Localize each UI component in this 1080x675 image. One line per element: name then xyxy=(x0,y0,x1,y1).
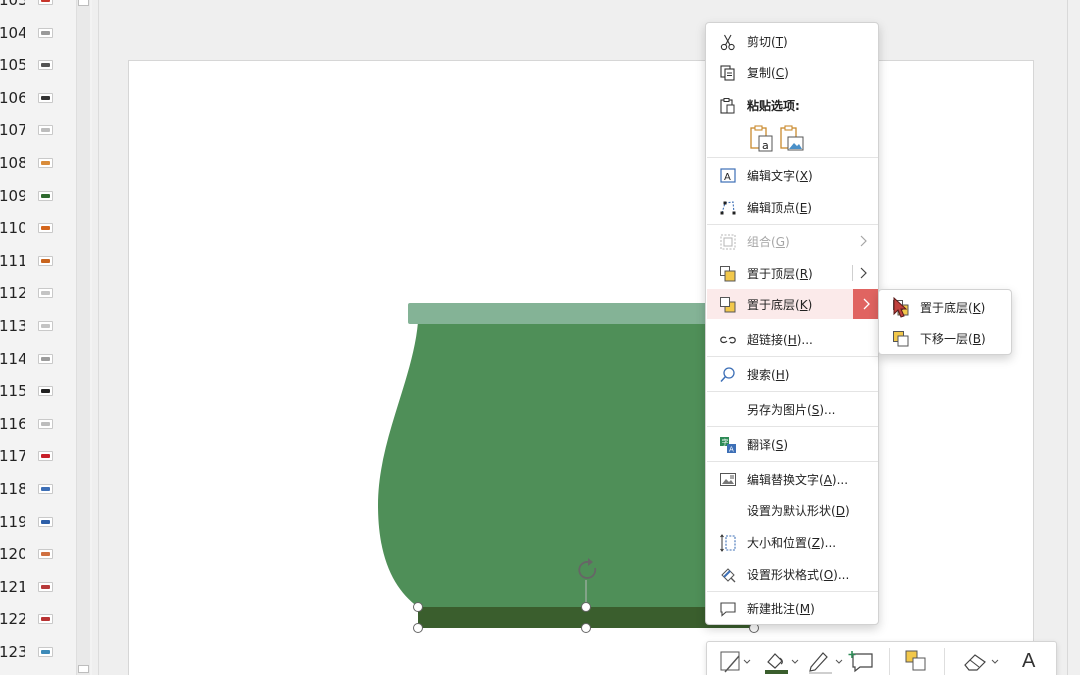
send-to-back-icon xyxy=(720,297,736,313)
arrange-icon xyxy=(905,650,926,671)
shape-style-icon xyxy=(720,651,751,673)
svg-text:a: a xyxy=(762,139,769,152)
chevron-right-icon xyxy=(863,298,870,310)
size-position-icon xyxy=(720,534,736,552)
search-icon xyxy=(720,367,735,383)
scissors-icon xyxy=(720,34,735,51)
shape-style-button[interactable] xyxy=(717,648,755,675)
edit-points-icon xyxy=(720,201,736,215)
arrange-button[interactable] xyxy=(903,648,931,675)
chevron-right-icon[interactable] xyxy=(856,266,870,280)
format-shape-icon xyxy=(721,568,736,583)
toolbar-separator xyxy=(944,648,945,675)
menu-separator xyxy=(707,356,878,357)
menu-item-send-to-back[interactable]: 置于底层(K) xyxy=(707,289,878,319)
menu-separator xyxy=(707,461,878,462)
eraser-button[interactable] xyxy=(959,648,1003,675)
menu-item-new-comment[interactable]: 新建批注(M) xyxy=(707,593,878,623)
pen-outline-icon xyxy=(809,652,843,674)
menu-item-set-default-shape[interactable]: 设置为默认形状(D) xyxy=(707,495,878,525)
svg-text:字: 字 xyxy=(722,438,729,447)
submenu-divider xyxy=(852,265,853,281)
menu-item-group[interactable]: 组合(G) xyxy=(707,226,878,256)
menu-item-edit-text[interactable]: A 编辑文字(X) xyxy=(707,160,878,190)
paste-keep-text-only-button[interactable]: a xyxy=(749,125,775,153)
context-menu: 剪切(T) 复制(C) 粘贴选项: a A 编辑文字(X) 编辑顶点(E) 组合… xyxy=(705,22,879,625)
svg-text:A: A xyxy=(724,172,731,183)
group-icon xyxy=(720,234,736,250)
toolbar-separator xyxy=(889,648,890,675)
bring-to-front-icon xyxy=(720,266,736,282)
clipboard-icon xyxy=(720,98,735,114)
new-comment-button[interactable] xyxy=(848,648,876,675)
menu-item-save-as-picture[interactable]: 另存为图片(S)... xyxy=(707,394,878,424)
resize-handle-bl[interactable] xyxy=(413,623,423,633)
paste-picture-icon xyxy=(780,125,804,151)
font-label: A xyxy=(1022,650,1036,672)
paste-picture-button[interactable] xyxy=(779,125,805,153)
shape-fill-button[interactable] xyxy=(762,648,802,675)
resize-handle-tl[interactable] xyxy=(413,602,423,612)
translate-icon: 字 A xyxy=(720,437,736,454)
menu-separator xyxy=(707,591,878,592)
chevron-right-icon xyxy=(860,235,867,247)
menu-item-hyperlink[interactable]: 超链接(H)... xyxy=(707,324,878,354)
link-icon xyxy=(720,336,736,344)
menu-item-edit-points[interactable]: 编辑顶点(E) xyxy=(707,192,878,222)
add-comment-icon xyxy=(848,651,873,673)
menu-item-translate[interactable]: 字 A 翻译(S) xyxy=(707,429,878,459)
resize-handle-tm[interactable] xyxy=(581,602,591,612)
menu-separator xyxy=(707,157,878,158)
submenu-expand-button[interactable] xyxy=(853,289,878,319)
mouse-cursor-icon xyxy=(893,297,908,318)
alt-text-icon xyxy=(720,473,736,486)
copy-icon xyxy=(720,65,735,81)
menu-separator xyxy=(707,391,878,392)
menu-separator xyxy=(707,224,878,225)
menu-item-paste-options: 粘贴选项: xyxy=(707,90,878,120)
paste-text-icon: a xyxy=(750,125,773,152)
text-box-icon: A xyxy=(720,168,736,183)
eraser-icon xyxy=(964,654,999,671)
menu-item-bring-to-front[interactable]: 置于顶层(R) xyxy=(707,258,878,288)
menu-item-copy[interactable]: 复制(C) xyxy=(707,57,878,87)
pot-body-shape[interactable] xyxy=(378,322,760,607)
shape-outline-button[interactable] xyxy=(806,648,846,675)
font-button[interactable]: A xyxy=(1020,648,1046,675)
menu-item-search[interactable]: 搜索(H) xyxy=(707,359,878,389)
menu-item-size-position[interactable]: 大小和位置(Z)... xyxy=(707,527,878,557)
resize-handle-bm[interactable] xyxy=(581,623,591,633)
submenu-item-send-backward[interactable]: 下移一层(B) xyxy=(880,323,1011,353)
menu-item-edit-alt-text[interactable]: 编辑替换文字(A)... xyxy=(707,464,878,494)
comment-icon xyxy=(720,602,736,617)
menu-item-format-shape[interactable]: 设置形状格式(O)... xyxy=(707,559,878,589)
menu-separator xyxy=(707,426,878,427)
paint-bucket-icon xyxy=(765,653,799,674)
mini-toolbar: A xyxy=(706,641,1057,675)
send-backward-icon xyxy=(893,331,909,347)
svg-text:A: A xyxy=(729,446,734,454)
menu-item-cut[interactable]: 剪切(T) xyxy=(707,26,878,56)
